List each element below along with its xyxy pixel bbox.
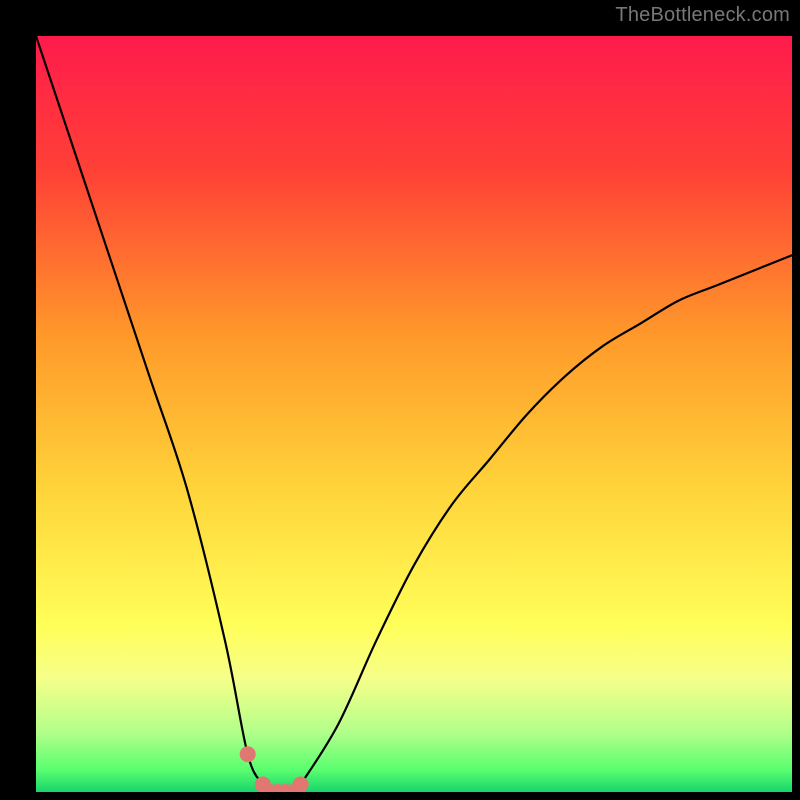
bottleneck-curve-chart [36, 36, 792, 792]
data-marker [240, 746, 256, 762]
data-marker [293, 776, 309, 792]
attribution-text: TheBottleneck.com [615, 4, 790, 27]
chart-container: TheBottleneck.com [0, 0, 800, 800]
gradient-background [36, 36, 792, 792]
